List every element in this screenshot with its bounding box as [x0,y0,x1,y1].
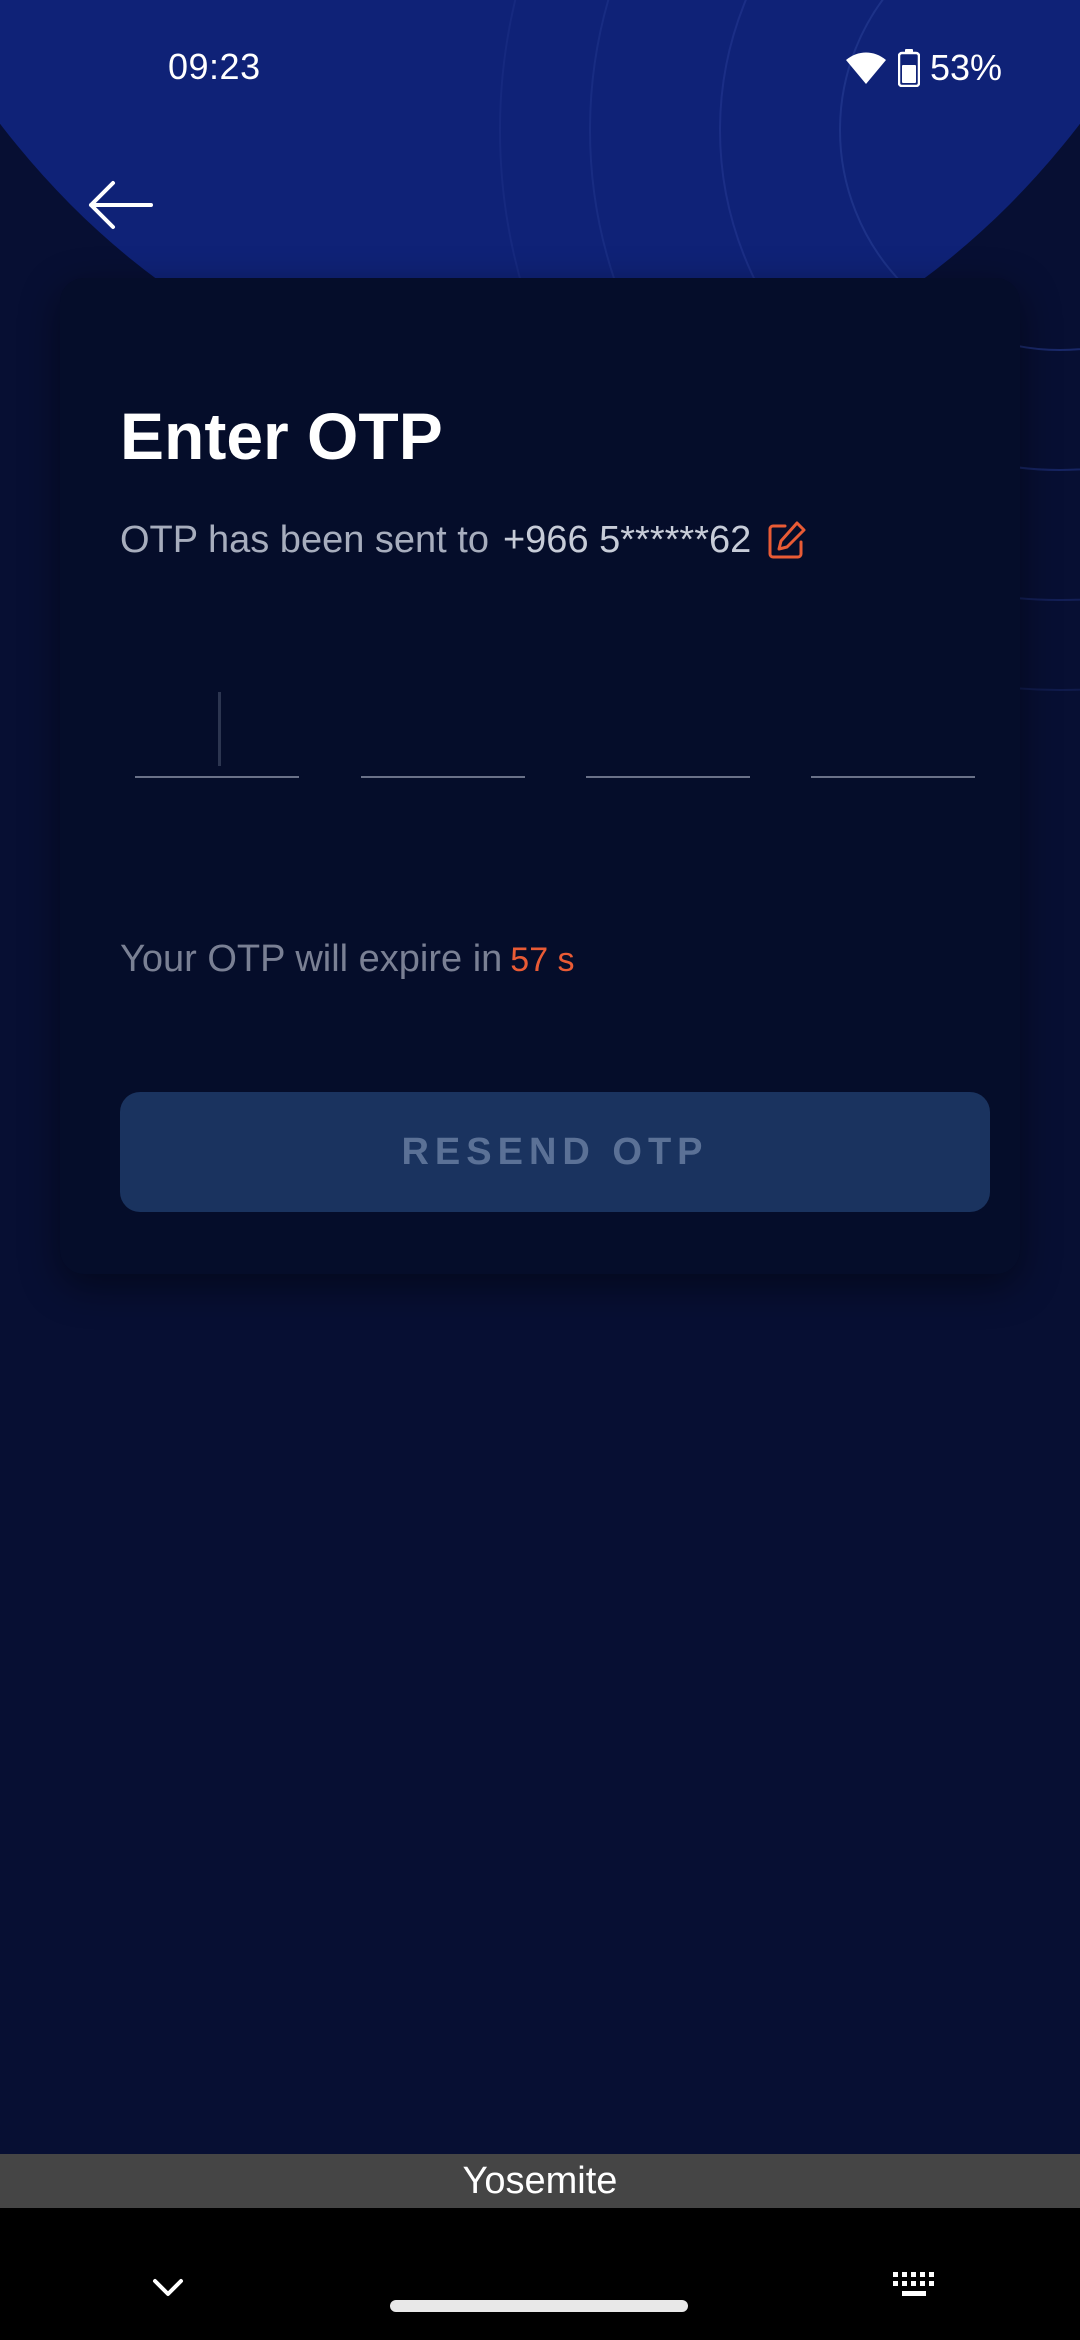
otp-digit-1[interactable] [135,658,299,778]
battery-percentage: 53% [929,47,1002,88]
otp-digit-2[interactable] [361,658,525,778]
otp-sent-label: OTP has been sent to [120,518,489,561]
wifi-icon [844,50,888,86]
battery-icon [897,49,920,87]
keyboard-suggestion-bar: Yosemite [0,2154,1080,2208]
otp-input-group [135,658,975,778]
status-time: 09:23 [168,46,261,87]
chevron-down-icon[interactable] [140,2260,196,2316]
home-gesture-handle[interactable] [390,2300,688,2312]
keyboard-suggestion[interactable]: Yosemite [463,2160,618,2203]
back-button[interactable] [80,170,160,240]
expiry-label: Your OTP will expire in [120,938,503,980]
otp-card: Enter OTP OTP has been sent to +966 5***… [60,278,1020,1274]
page-title: Enter OTP [120,399,443,473]
otp-digit-3[interactable] [586,658,750,778]
resend-otp-button[interactable]: RESEND OTP [120,1092,990,1212]
otp-expiry-message: Your OTP will expire in 57 s [120,938,575,994]
text-cursor [218,692,221,766]
keyboard-icon[interactable] [886,2258,942,2314]
expiry-countdown: 57 s [510,941,575,979]
status-bar: 09:23 53% [0,0,1080,140]
system-nav-bar [0,2208,1080,2340]
status-icons: 53% [844,44,1002,92]
arrow-left-icon [89,181,153,229]
edit-icon[interactable] [767,520,807,560]
otp-digit-4[interactable] [811,658,975,778]
phone-number: +966 5******62 [502,518,752,561]
otp-sent-message: OTP has been sent to +966 5******62 [120,510,807,570]
otp-screen: 09:23 53% Enter OTP OTP has been sent to… [0,0,1080,2340]
